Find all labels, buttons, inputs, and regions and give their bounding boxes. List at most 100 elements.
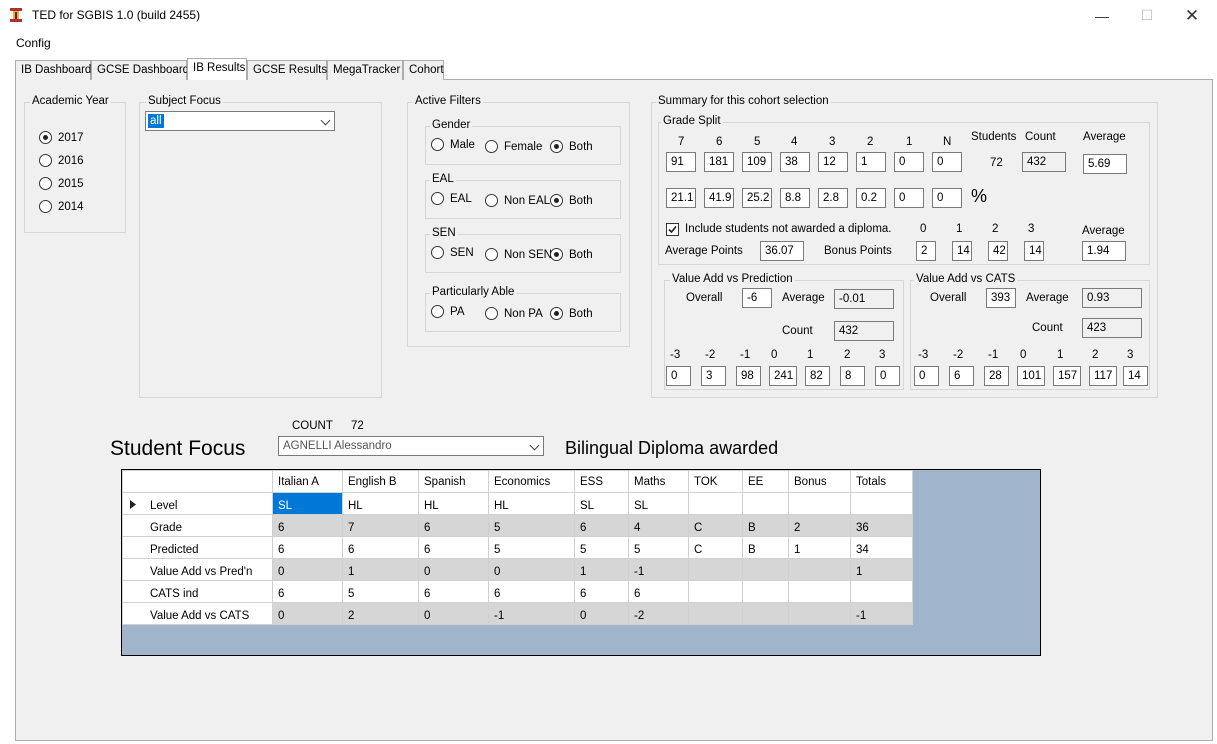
table-cell[interactable]: 5 [342, 580, 419, 603]
column-header[interactable]: Bonus [788, 470, 851, 493]
table-cell[interactable]: 6 [574, 580, 629, 603]
table-row[interactable]: Level SL HL HL HL SL SL [122, 492, 913, 515]
table-cell[interactable]: 2 [342, 602, 419, 625]
row-header[interactable]: Value Add vs Pred'n [122, 558, 273, 581]
year-2017-radio[interactable]: 2017 [39, 131, 84, 144]
row-header[interactable]: CATS ind [122, 580, 273, 603]
table-cell[interactable]: C [688, 536, 743, 559]
row-header[interactable]: Grade [122, 514, 273, 537]
table-cell[interactable] [742, 602, 789, 625]
tab-gcse-results[interactable]: GCSE Results [247, 60, 327, 80]
table-cell[interactable] [688, 558, 743, 581]
table-cell[interactable]: -2 [628, 602, 689, 625]
table-cell[interactable]: -1 [628, 558, 689, 581]
include-non-diploma-checkbox[interactable] [666, 223, 679, 236]
table-cell[interactable] [688, 580, 743, 603]
table-cell[interactable]: SL [574, 492, 629, 515]
eal-non-eal-radio[interactable]: Non EAL [485, 194, 550, 207]
table-cell[interactable] [788, 602, 851, 625]
sen-sen-radio[interactable]: SEN [431, 246, 474, 259]
table-cell[interactable]: 5 [488, 536, 575, 559]
table-row[interactable]: Grade 6 7 6 5 6 4 C B 2 36 [122, 514, 913, 537]
table-cell[interactable]: 6 [272, 536, 343, 559]
maximize-button[interactable]: ☐ [1124, 0, 1170, 31]
student-select[interactable]: AGNELLI Alessandro [278, 436, 544, 456]
minimize-button[interactable]: — [1079, 0, 1125, 31]
table-cell[interactable] [742, 558, 789, 581]
table-cell[interactable]: 5 [488, 514, 575, 537]
row-header[interactable]: Level [122, 492, 273, 515]
table-cell[interactable]: 0 [418, 558, 489, 581]
column-header[interactable]: TOK [688, 470, 743, 493]
column-header[interactable]: Maths [628, 470, 689, 493]
year-2014-radio[interactable]: 2014 [39, 200, 84, 213]
row-header[interactable]: Value Add vs CATS [122, 602, 273, 625]
table-row[interactable]: Value Add vs Pred'n 0 1 0 0 1 -1 1 [122, 558, 913, 581]
table-cell[interactable]: HL [418, 492, 489, 515]
year-2016-radio[interactable]: 2016 [39, 154, 84, 167]
table-cell[interactable]: C [688, 514, 743, 537]
eal-eal-radio[interactable]: EAL [431, 192, 472, 205]
table-cell[interactable]: SL [272, 492, 343, 515]
table-cell[interactable] [688, 602, 743, 625]
table-cell[interactable]: SL [628, 492, 689, 515]
year-2015-radio[interactable]: 2015 [39, 177, 84, 190]
table-cell[interactable]: 1 [342, 558, 419, 581]
table-row[interactable]: Predicted 6 6 6 5 5 5 C B 1 34 [122, 536, 913, 559]
tab-ib-results[interactable]: IB Results [187, 58, 247, 80]
table-cell[interactable]: HL [488, 492, 575, 515]
table-cell[interactable]: 36 [850, 514, 913, 537]
table-cell[interactable] [850, 492, 913, 515]
subject-focus-select[interactable]: all [145, 111, 335, 131]
table-cell[interactable] [850, 580, 913, 603]
table-cell[interactable]: 6 [574, 514, 629, 537]
table-cell[interactable]: 4 [628, 514, 689, 537]
gender-both-radio[interactable]: Both [550, 140, 593, 153]
table-cell[interactable]: HL [342, 492, 419, 515]
table-cell[interactable] [788, 492, 851, 515]
table-cell[interactable] [688, 492, 743, 515]
table-cell[interactable]: 2 [788, 514, 851, 537]
pa-both-radio[interactable]: Both [550, 307, 593, 320]
table-cell[interactable]: 0 [272, 558, 343, 581]
results-grid[interactable]: Italian A English B Spanish Economics ES… [121, 469, 1041, 656]
table-cell[interactable] [788, 580, 851, 603]
table-cell[interactable]: 0 [418, 602, 489, 625]
table-cell[interactable]: 7 [342, 514, 419, 537]
column-header[interactable]: English B [342, 470, 419, 493]
table-cell[interactable]: B [742, 514, 789, 537]
table-cell[interactable]: 6 [418, 514, 489, 537]
column-header[interactable]: Totals [850, 470, 913, 493]
table-cell[interactable]: B [742, 536, 789, 559]
sen-both-radio[interactable]: Both [550, 248, 593, 261]
table-cell[interactable]: 0 [574, 602, 629, 625]
table-cell[interactable]: 6 [418, 580, 489, 603]
column-header[interactable]: Italian A [272, 470, 343, 493]
table-cell[interactable]: 1 [574, 558, 629, 581]
table-cell[interactable]: 1 [850, 558, 913, 581]
table-row[interactable]: CATS ind 6 5 6 6 6 6 [122, 580, 913, 603]
table-cell[interactable] [742, 580, 789, 603]
column-header[interactable]: Economics [488, 470, 575, 493]
table-cell[interactable]: -1 [488, 602, 575, 625]
table-cell[interactable]: 6 [418, 536, 489, 559]
table-cell[interactable]: 6 [272, 580, 343, 603]
table-cell[interactable]: 6 [628, 580, 689, 603]
tab-ib-dashboard[interactable]: IB Dashboard [15, 60, 91, 80]
column-header[interactable]: ESS [574, 470, 629, 493]
column-header[interactable]: EE [742, 470, 789, 493]
column-header[interactable]: Spanish [418, 470, 489, 493]
table-cell[interactable] [742, 492, 789, 515]
table-cell[interactable]: 0 [488, 558, 575, 581]
table-cell[interactable]: 6 [488, 580, 575, 603]
pa-non-pa-radio[interactable]: Non PA [485, 307, 543, 320]
eal-both-radio[interactable]: Both [550, 194, 593, 207]
table-cell[interactable]: 0 [272, 602, 343, 625]
table-cell[interactable]: 34 [850, 536, 913, 559]
gender-female-radio[interactable]: Female [485, 140, 542, 153]
table-cell[interactable]: 1 [788, 536, 851, 559]
row-header[interactable]: Predicted [122, 536, 273, 559]
close-button[interactable]: ✕ [1169, 0, 1215, 31]
sen-non-sen-radio[interactable]: Non SEN [485, 248, 552, 261]
menu-config[interactable]: Config [16, 36, 51, 50]
